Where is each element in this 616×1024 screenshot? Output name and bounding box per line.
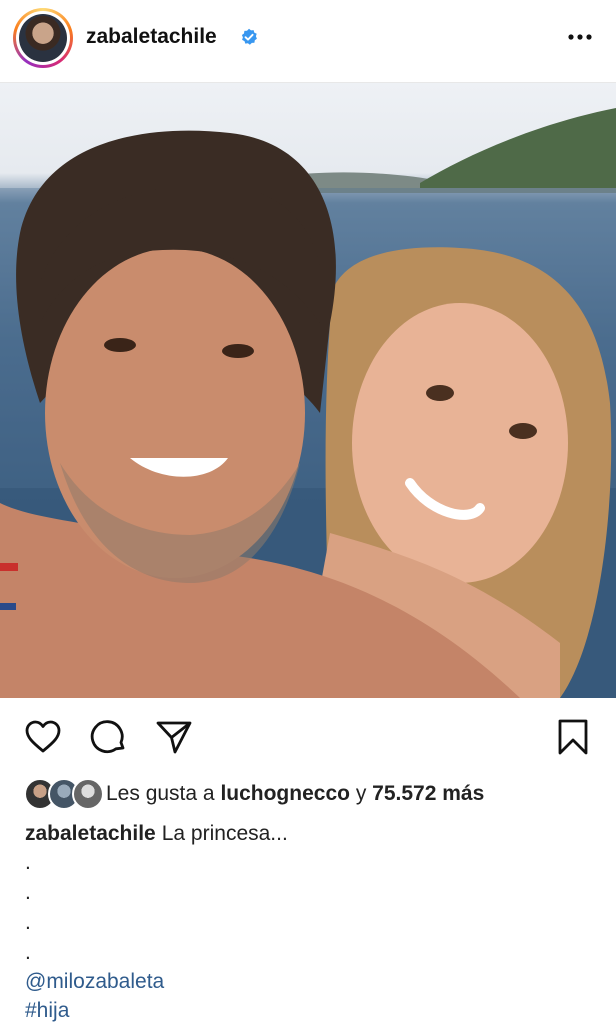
profile-avatar[interactable] (13, 8, 73, 68)
caption-dot: . (25, 851, 31, 874)
caption-text: La princesa... (161, 822, 288, 845)
likes-row[interactable]: Les gusta a luchognecco y 75.572 más (24, 778, 604, 810)
caption-dot: . (25, 911, 31, 934)
bookmark-icon[interactable] (554, 718, 592, 756)
caption-dot: . (25, 941, 31, 964)
caption-username[interactable]: zabaletachile (25, 822, 156, 845)
post-header: zabaletachile (0, 0, 616, 83)
verified-badge-icon (241, 28, 257, 45)
heart-icon[interactable] (24, 718, 62, 756)
send-icon[interactable] (155, 718, 193, 756)
comment-icon[interactable] (90, 718, 128, 756)
post-username[interactable]: zabaletachile (86, 25, 217, 49)
post-action-bar (0, 698, 616, 778)
likes-connector: y (355, 782, 367, 805)
likes-prefix: Les gusta a (106, 782, 215, 805)
more-horizontal-icon[interactable] (566, 28, 594, 46)
likes-count[interactable]: 75.572 más (372, 782, 484, 805)
caption: zabaletachile La princesa... (25, 822, 288, 846)
caption-dot: . (25, 881, 31, 904)
avatar-image (19, 14, 67, 62)
liker-avatar (72, 778, 104, 810)
likes-text: Les gusta a luchognecco y 75.572 más (106, 782, 484, 806)
post-photo[interactable] (0, 83, 616, 698)
photo-illustration (0, 108, 616, 698)
mention-link[interactable]: @milozabaleta (25, 970, 164, 994)
likes-user[interactable]: luchognecco (220, 782, 350, 805)
hashtag-link[interactable]: #hija (25, 999, 69, 1023)
